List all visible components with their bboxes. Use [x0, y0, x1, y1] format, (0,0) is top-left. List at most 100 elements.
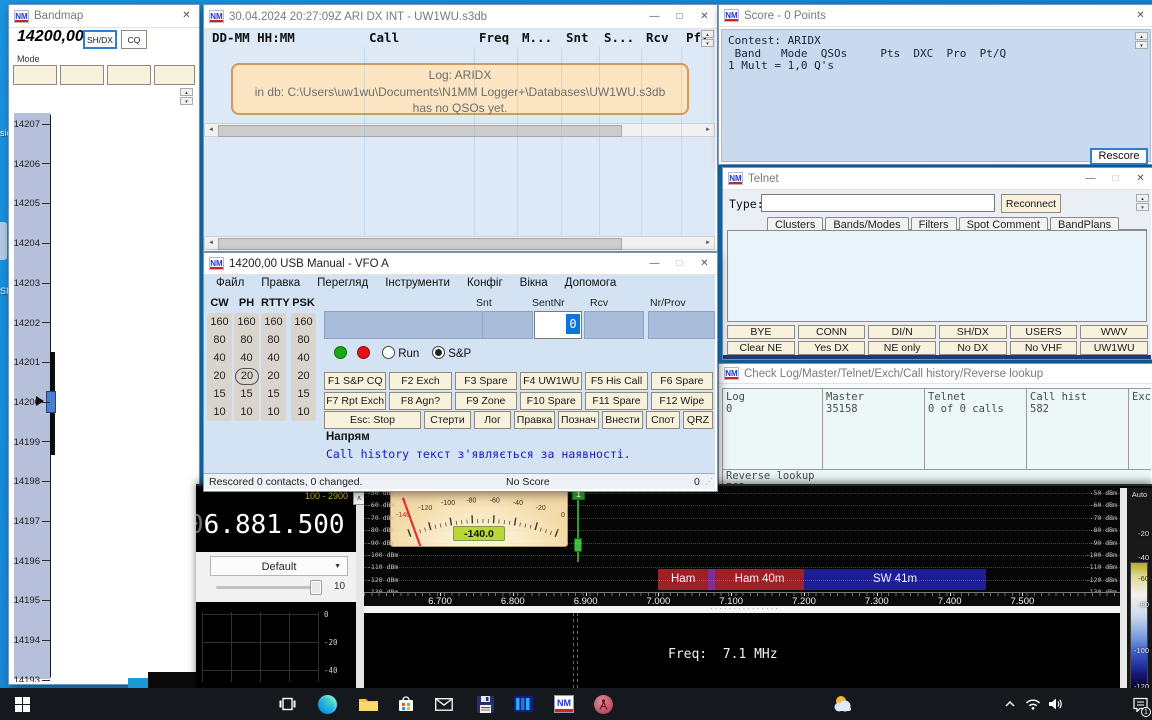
- rf-spectrum[interactable]: -140-120-100-80-60-40-200 -140.0 1 Ham 4…: [364, 488, 1120, 592]
- minimize-icon[interactable]: —: [642, 12, 667, 22]
- n1mm-taskbar-icon[interactable]: NM: [544, 688, 584, 720]
- fkey-f12-wipe[interactable]: F12 Wipe: [651, 392, 713, 410]
- telnet-button-no-dx[interactable]: No DX: [939, 341, 1007, 355]
- fkey-f4-uw1wu[interactable]: F4 UW1WU: [520, 372, 582, 390]
- band-button-rtty-20[interactable]: 20: [261, 367, 286, 385]
- speaker-icon[interactable]: [1044, 688, 1066, 720]
- telnet-button-conn[interactable]: CONN: [798, 325, 866, 339]
- bandmap-titlebar[interactable]: NM Bandmap ✕: [9, 5, 199, 28]
- action-key-правка[interactable]: Правка: [514, 411, 555, 429]
- close-icon[interactable]: ✕: [174, 11, 199, 21]
- telnet-button-ne-only[interactable]: NE only: [868, 341, 936, 355]
- log-spinner[interactable]: ▲▼: [701, 30, 714, 47]
- band-button-ph-40[interactable]: 40: [234, 349, 259, 367]
- band-button-cw-40[interactable]: 40: [207, 349, 232, 367]
- cq-button[interactable]: CQ: [121, 30, 147, 49]
- sdr-frequency-display[interactable]: 06.881.500: [196, 510, 345, 540]
- band-button-rtty-15[interactable]: 15: [261, 385, 286, 403]
- telnet-button-no-vhf[interactable]: No VHF: [1010, 341, 1078, 355]
- log-titlebar[interactable]: NM 30.04.2024 20:27:09Z ARI DX INT - UW1…: [204, 5, 717, 29]
- telnet-spinner[interactable]: ▲▼: [1136, 194, 1149, 211]
- zoom-bar-grip[interactable]: ···············: [710, 604, 820, 613]
- minimize-icon[interactable]: —: [642, 259, 667, 269]
- tune-marker-handle[interactable]: [574, 538, 582, 552]
- fkey-f1-s-p-cq[interactable]: F1 S&P CQ: [324, 372, 386, 390]
- band-button-psk-15[interactable]: 15: [291, 385, 316, 403]
- band-button-cw-20[interactable]: 20: [207, 367, 232, 385]
- telnet-titlebar[interactable]: NM Telnet —□✕: [723, 168, 1152, 190]
- weather-icon[interactable]: [824, 688, 864, 720]
- minimize-icon[interactable]: —: [1078, 174, 1103, 184]
- menu-файл[interactable]: Файл: [216, 277, 244, 289]
- snt-input[interactable]: [482, 311, 533, 339]
- task-view-button[interactable]: [272, 688, 302, 720]
- band-button-cw-160[interactable]: 160: [207, 313, 232, 331]
- sentnr-input[interactable]: 0: [534, 311, 582, 339]
- notification-center-button[interactable]: 1: [1128, 688, 1152, 720]
- telnet-button-clear-ne[interactable]: Clear NE: [727, 341, 795, 355]
- log-hscrollbar2[interactable]: ◄►: [204, 236, 715, 250]
- resize-grip-icon[interactable]: ⋰: [705, 477, 713, 486]
- fkey-f2-exch[interactable]: F2 Exch: [389, 372, 451, 390]
- menu-вікна[interactable]: Вікна: [520, 277, 548, 289]
- bandmap-mode-box[interactable]: [13, 65, 57, 85]
- action-key-познач[interactable]: Познач: [558, 411, 599, 429]
- band-button-ph-15[interactable]: 15: [234, 385, 259, 403]
- band-button-ph-160[interactable]: 160: [234, 313, 259, 331]
- waterfall-palette-column[interactable]: Auto -20-40-60-80-100-120: [1127, 488, 1152, 692]
- action-key-стерти[interactable]: Стерти: [424, 411, 471, 429]
- spectrum-zoom-bar[interactable]: ···············: [364, 606, 1120, 613]
- fkey-f6-spare[interactable]: F6 Spare: [651, 372, 713, 390]
- rcv-input[interactable]: [584, 311, 644, 339]
- telnet-button-yes-dx[interactable]: Yes DX: [798, 341, 866, 355]
- maximize-icon[interactable]: □: [667, 12, 692, 22]
- band-button-rtty-80[interactable]: 80: [261, 331, 286, 349]
- file-explorer-icon[interactable]: [352, 688, 384, 720]
- telnet-button-uw1wu[interactable]: UW1WU: [1080, 341, 1148, 355]
- score-titlebar[interactable]: NM Score - 0 Points ✕: [719, 5, 1152, 27]
- telnet-command-input[interactable]: [761, 194, 995, 212]
- band-button-psk-80[interactable]: 80: [291, 331, 316, 349]
- telnet-button-wwv[interactable]: WWV: [1080, 325, 1148, 339]
- maximize-icon[interactable]: □: [1103, 174, 1128, 184]
- action-key-esc-stop[interactable]: Esc: Stop: [324, 411, 421, 429]
- band-button-psk-20[interactable]: 20: [291, 367, 316, 385]
- telnet-button-bye[interactable]: BYE: [727, 325, 795, 339]
- telnet-button-di-n[interactable]: DI/N: [868, 325, 936, 339]
- band-button-ph-20[interactable]: 20: [235, 368, 259, 385]
- band-button-rtty-160[interactable]: 160: [261, 313, 286, 331]
- maximize-icon[interactable]: □: [667, 259, 692, 269]
- callsign-input[interactable]: [324, 311, 483, 339]
- band-button-cw-10[interactable]: 10: [207, 403, 232, 421]
- menu-допомога[interactable]: Допомога: [565, 277, 617, 289]
- bandmap-zoom-spinner[interactable]: ▲▼: [180, 88, 193, 105]
- close-icon[interactable]: ✕: [1128, 11, 1152, 21]
- menu-перегляд[interactable]: Перегляд: [317, 277, 368, 289]
- fkey-f9-zone[interactable]: F9 Zone: [455, 392, 517, 410]
- action-key-внести[interactable]: Внести: [602, 411, 643, 429]
- fkey-f11-spare[interactable]: F11 Spare: [585, 392, 647, 410]
- fkey-f5-his-call[interactable]: F5 His Call: [585, 372, 647, 390]
- telnet-button-sh-dx[interactable]: SH/DX: [939, 325, 1007, 339]
- volume-slider-handle[interactable]: [310, 580, 322, 595]
- close-icon[interactable]: ✕: [1128, 174, 1152, 184]
- volume-slider-track[interactable]: [216, 586, 320, 589]
- band-button-psk-10[interactable]: 10: [291, 403, 316, 421]
- telnet-button-users[interactable]: USERS: [1010, 325, 1078, 339]
- edge-browser-icon[interactable]: [312, 688, 342, 720]
- bandmap-mode-box[interactable]: [60, 65, 104, 85]
- close-icon[interactable]: ✕: [692, 259, 717, 269]
- band-button-rtty-10[interactable]: 10: [261, 403, 286, 421]
- rescore-button[interactable]: Rescore: [1090, 148, 1148, 165]
- action-key-спот[interactable]: Спот: [646, 411, 680, 429]
- band-button-ph-80[interactable]: 80: [234, 331, 259, 349]
- spectrum-app-icon[interactable]: [506, 688, 540, 720]
- sdr-app-taskbar-icon[interactable]: [586, 688, 620, 720]
- fkey-f3-spare[interactable]: F3 Spare: [455, 372, 517, 390]
- reconnect-button[interactable]: Reconnect: [1001, 194, 1061, 213]
- band-button-ph-10[interactable]: 10: [234, 403, 259, 421]
- start-button[interactable]: [0, 688, 44, 720]
- profile-dropdown[interactable]: Default▼: [210, 556, 348, 576]
- save-floppy-app-icon[interactable]: [468, 688, 502, 720]
- telnet-output-area[interactable]: [727, 230, 1147, 322]
